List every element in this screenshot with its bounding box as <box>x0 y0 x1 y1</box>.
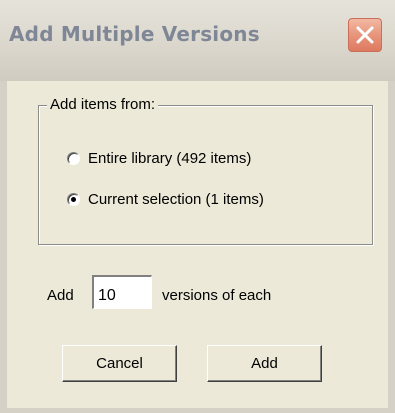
close-x-icon <box>356 26 374 44</box>
radio-entire-library[interactable]: Entire library (492 items) <box>67 147 251 169</box>
radio-label-current-selection: Current selection (1 items) <box>88 190 264 208</box>
versions-suffix-label: versions of each <box>162 287 272 304</box>
groupbox-legend: Add items from: <box>47 96 159 114</box>
cancel-button[interactable]: Cancel <box>62 345 177 382</box>
window-frame-bottom <box>0 408 395 413</box>
radio-button-icon[interactable] <box>67 151 80 165</box>
add-prefix-label: Add <box>47 287 74 304</box>
window-frame-right <box>388 81 395 413</box>
radio-button-icon[interactable] <box>67 192 80 206</box>
radio-label-entire-library: Entire library (492 items) <box>88 149 252 167</box>
add-items-groupbox <box>38 105 373 245</box>
close-button[interactable] <box>348 18 382 52</box>
title-bar[interactable]: Add Multiple Versions <box>0 0 395 81</box>
radio-current-selection[interactable]: Current selection (1 items) <box>67 188 264 210</box>
window-title: Add Multiple Versions <box>9 22 260 46</box>
versions-count-input[interactable] <box>92 275 152 309</box>
window-frame-left <box>0 81 7 413</box>
add-button[interactable]: Add <box>207 345 322 382</box>
